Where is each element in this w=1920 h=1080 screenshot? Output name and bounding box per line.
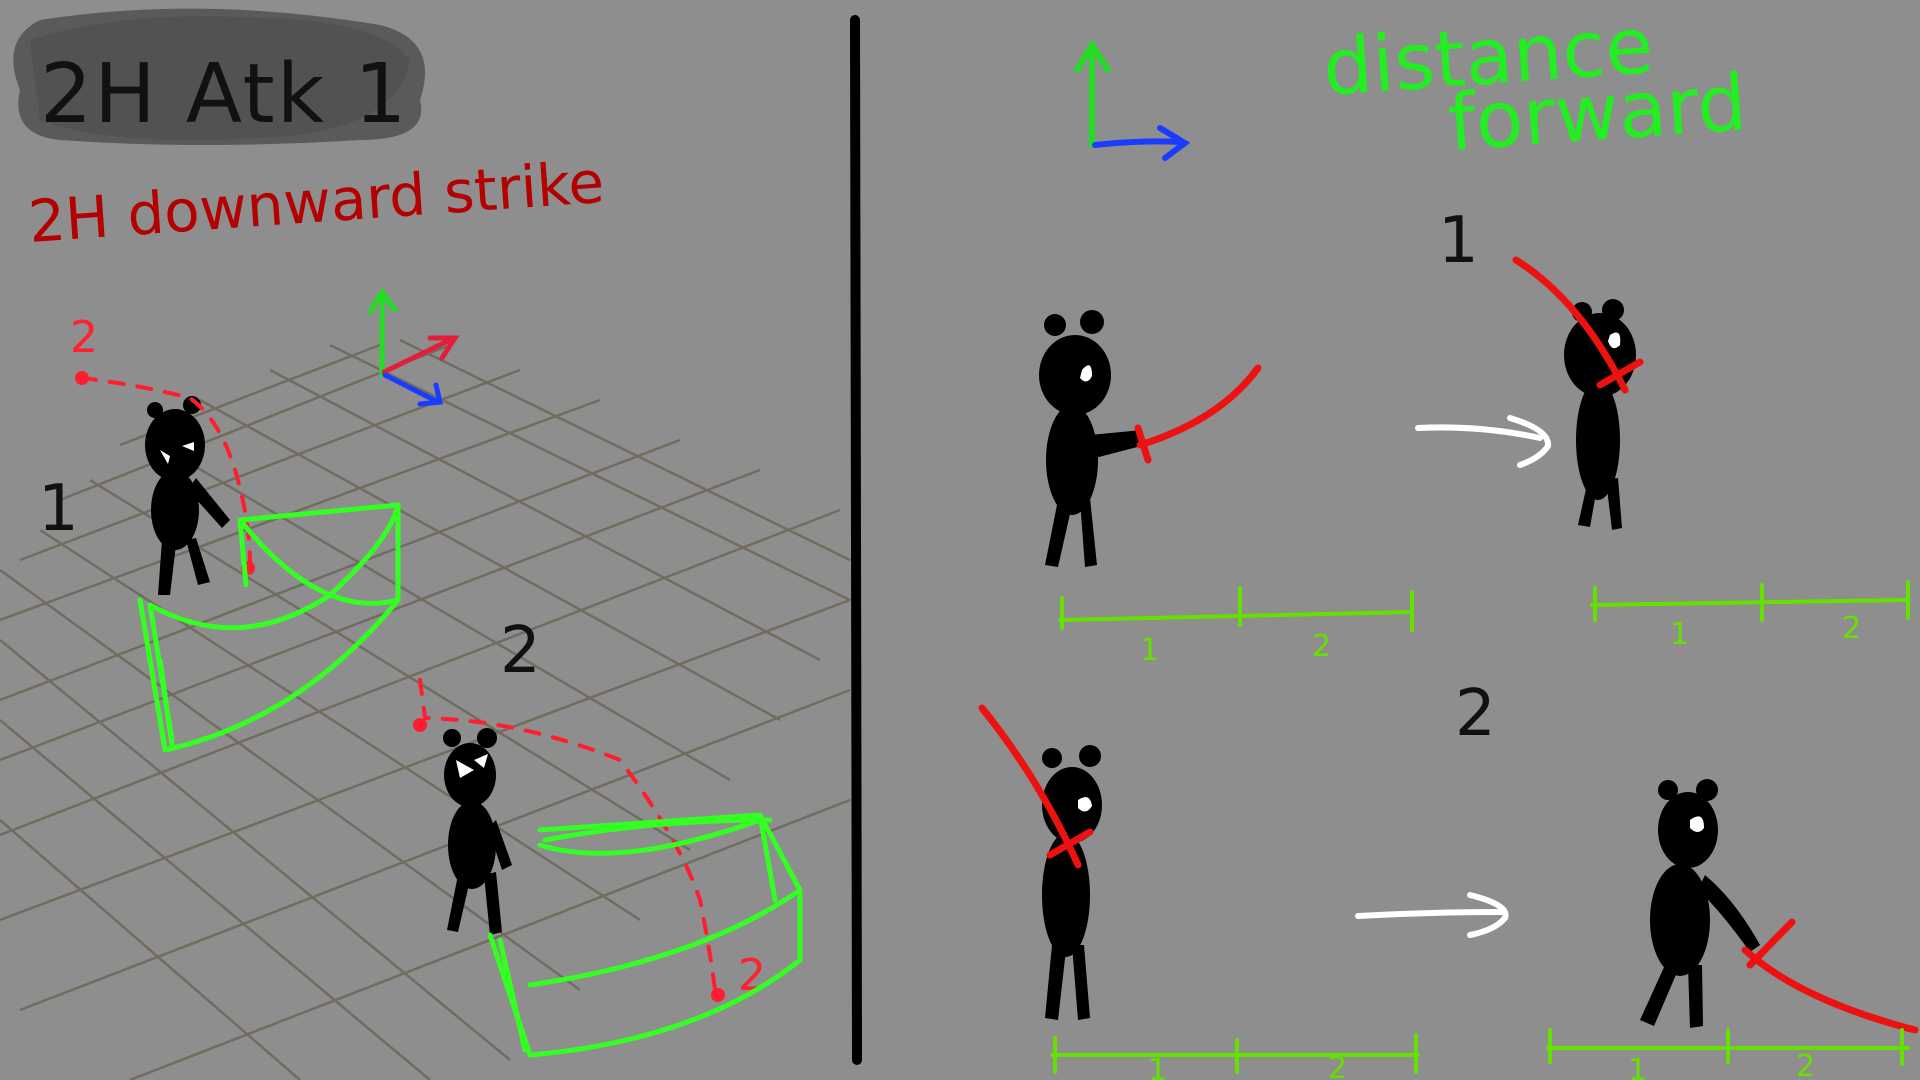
row-2-ruler-end [1546,1028,1910,1066]
swing-start-marker-2 [413,718,427,732]
attack-area-2 [487,812,803,1058]
row-2-ruler-start-tick-2: 2 [1328,1051,1347,1080]
row-2-end-sword [1741,918,1919,1034]
swing-end-marker-2 [711,988,725,1002]
sketch-svg: 2H Atk 1 2H downward strike 1 2 2 2 dist… [0,1,1919,1080]
row-2-label: 2 [1455,677,1496,751]
row-1-ruler-start [1058,586,1414,632]
row-2-end-character [1640,779,1760,1028]
axis-gizmo-2d [1074,39,1191,161]
row-1-ruler-end-tick-2: 2 [1842,611,1861,646]
row-2-ruler-start-tick-1: 1 [1148,1053,1167,1080]
row-1-ruler-start-tick-1: 1 [1140,633,1159,668]
row-1-ruler-start-tick-2: 2 [1312,629,1331,664]
step-1-label: 1 [38,472,79,546]
row-1-end-character [1564,299,1636,530]
row-1-motion-arrow [1415,415,1552,468]
row-2-start-character [1042,745,1102,1020]
step-2-label: 2 [500,614,541,688]
row-1-ruler-end-tick-1: 1 [1670,617,1689,652]
panel-divider [850,15,862,1065]
page-subtitle: 2H downward strike [26,148,606,256]
row-2-ruler-start [1050,1033,1420,1074]
row-2-motion-arrow [1355,892,1509,938]
row-1-start-character [1039,310,1145,567]
marker-2-label-a: 2 [70,312,98,363]
swing-start-marker-1 [75,371,89,385]
row-2-ruler-end-tick-1: 1 [1628,1053,1647,1080]
row-2-ruler-end-tick-2: 2 [1796,1049,1815,1080]
page-title: 2H Atk 1 [40,47,408,142]
row-1-label: 1 [1438,204,1479,278]
row-1-start-sword [1134,364,1262,464]
drawing-canvas: 2H Atk 1 2H downward strike 1 2 2 2 dist… [0,0,1920,1080]
